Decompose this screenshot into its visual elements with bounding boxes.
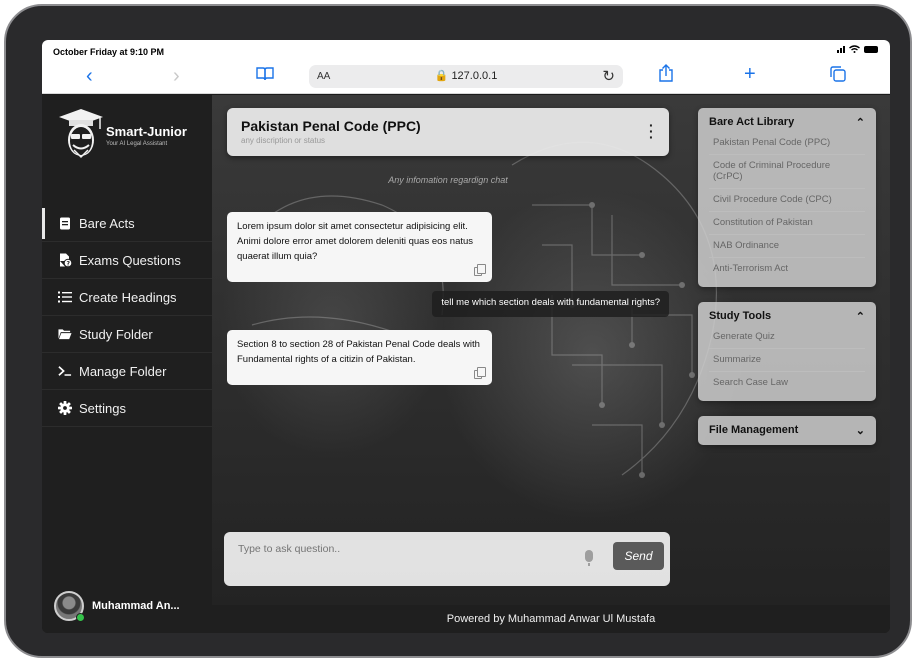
address-bar[interactable]: AA 🔒 127.0.0.1 ↻: [309, 65, 623, 88]
composer: Send: [224, 532, 670, 586]
gear-icon: [58, 401, 72, 415]
sidebar-item-label: Create Headings: [79, 289, 177, 305]
list-icon: [58, 290, 72, 304]
panel-title: Study Tools: [709, 310, 772, 322]
more-options-icon[interactable]: · · ·: [649, 118, 654, 144]
user-message: tell me which section deals with fundame…: [432, 291, 669, 317]
user-profile[interactable]: Muhammad An...: [54, 591, 180, 622]
status-icons: [837, 45, 878, 53]
chat-info-text: Any infomation regardign chat: [388, 175, 508, 185]
study-tools-panel: Study Tools ⌃ Generate Quiz Summarize Se…: [698, 302, 876, 401]
sidebar-item-exams-questions[interactable]: ? Exams Questions: [42, 242, 212, 279]
study-tools-header[interactable]: Study Tools ⌃: [709, 308, 865, 324]
bare-act-item[interactable]: Civil Procedure Code (CPC): [709, 189, 865, 212]
cellular-signal-icon: [837, 45, 845, 53]
chevron-up-icon[interactable]: ⌃: [856, 310, 865, 323]
user-name: Muhammad An...: [92, 600, 180, 612]
chat-subtitle: any discription or status: [241, 136, 326, 145]
bare-act-list: Pakistan Penal Code (PPC) Code of Crimin…: [709, 132, 865, 280]
url-value: 127.0.0.1: [451, 70, 498, 82]
brand[interactable]: Smart-Junior Your AI Legal Assistant: [56, 107, 206, 163]
bare-act-item[interactable]: Pakistan Penal Code (PPC): [709, 132, 865, 155]
sidebar-nav: Bare Acts ? Exams Questions Create Headi…: [42, 205, 212, 427]
new-tab-icon[interactable]: +: [744, 63, 756, 85]
bookmarks-icon[interactable]: [256, 65, 274, 87]
copy-icon[interactable]: [474, 367, 486, 379]
file-management-panel: File Management ⌄: [698, 416, 876, 445]
question-input[interactable]: [238, 543, 538, 555]
share-icon[interactable]: [658, 64, 674, 87]
status-time: October Friday at 9:10 PM: [53, 47, 165, 57]
bare-act-library-panel: Bare Act Library ⌃ Pakistan Penal Code (…: [698, 108, 876, 287]
sidebar-item-label: Manage Folder: [79, 363, 167, 379]
chat-title: Pakistan Penal Code (PPC): [241, 118, 421, 134]
chevron-up-icon[interactable]: ⌃: [856, 116, 865, 129]
footer: Powered by Muhammad Anwar Ul Mustafa: [212, 605, 890, 633]
online-status-dot: [76, 613, 85, 622]
bot-message: Lorem ipsum dolor sit amet consectetur a…: [227, 212, 492, 282]
send-button[interactable]: Send: [613, 542, 664, 570]
battery-icon: [864, 45, 878, 53]
bare-act-item[interactable]: Code of Criminal Procedure (CrPC): [709, 155, 865, 189]
folder-icon: [58, 327, 72, 341]
sidebar-item-settings[interactable]: Settings: [42, 390, 212, 427]
sidebar-item-label: Bare Acts: [79, 215, 135, 231]
tablet-frame: October Friday at 9:10 PM ‹ › AA 🔒 127.0…: [4, 4, 912, 658]
url-text: 🔒 127.0.0.1: [309, 69, 623, 82]
chat-area: Pakistan Penal Code (PPC) any discriptio…: [212, 95, 890, 605]
brand-tagline: Your AI Legal Assistant: [106, 141, 168, 147]
terminal-icon: [58, 364, 72, 378]
avatar[interactable]: [54, 591, 85, 622]
file-question-icon: ?: [58, 253, 72, 267]
forward-icon[interactable]: ›: [173, 65, 180, 87]
lock-icon: 🔒: [434, 70, 449, 82]
panel-title: File Management: [709, 424, 799, 436]
microphone-icon[interactable]: [585, 550, 593, 566]
sidebar-item-bare-acts[interactable]: Bare Acts: [42, 205, 212, 242]
back-icon[interactable]: ‹: [86, 65, 93, 87]
graduate-logo-icon: [59, 109, 103, 159]
browser-toolbar: ‹ › AA 🔒 127.0.0.1 ↻ +: [42, 60, 890, 94]
sidebar-item-label: Exams Questions: [79, 252, 181, 268]
message-text: Lorem ipsum dolor sit amet consectetur a…: [237, 221, 474, 262]
bare-act-item[interactable]: Anti-Terrorism Act: [709, 258, 865, 280]
sidebar-item-study-folder[interactable]: Study Folder: [42, 316, 212, 353]
chevron-down-icon[interactable]: ⌄: [856, 424, 865, 437]
copy-icon[interactable]: [474, 264, 486, 276]
screen: October Friday at 9:10 PM ‹ › AA 🔒 127.0…: [42, 40, 890, 633]
bot-message: Section 8 to section 28 of Pakistan Pena…: [227, 330, 492, 385]
message-text: Section 8 to section 28 of Pakistan Pena…: [237, 339, 480, 365]
study-tool-item[interactable]: Search Case Law: [709, 372, 865, 394]
sidebar-item-label: Study Folder: [79, 326, 153, 342]
study-tool-item[interactable]: Generate Quiz: [709, 326, 865, 349]
tabs-icon[interactable]: [830, 65, 846, 87]
bare-act-item[interactable]: NAB Ordinance: [709, 235, 865, 258]
study-tools-list: Generate Quiz Summarize Search Case Law: [709, 326, 865, 394]
chat-header: Pakistan Penal Code (PPC) any discriptio…: [227, 108, 669, 156]
sidebar-item-manage-folder[interactable]: Manage Folder: [42, 353, 212, 390]
wifi-icon: [849, 45, 860, 53]
sidebar-item-label: Settings: [79, 400, 126, 416]
brand-name: Smart-Junior: [106, 124, 187, 139]
status-bar: October Friday at 9:10 PM: [42, 40, 890, 60]
file-management-header[interactable]: File Management ⌄: [709, 422, 865, 438]
reload-icon[interactable]: ↻: [602, 67, 615, 85]
right-panel: Bare Act Library ⌃ Pakistan Penal Code (…: [698, 108, 876, 460]
study-tool-item[interactable]: Summarize: [709, 349, 865, 372]
svg-text:?: ?: [66, 260, 70, 267]
bare-act-item[interactable]: Constitution of Pakistan: [709, 212, 865, 235]
bare-act-library-header[interactable]: Bare Act Library ⌃: [709, 114, 865, 130]
sidebar-item-create-headings[interactable]: Create Headings: [42, 279, 212, 316]
sidebar: Smart-Junior Your AI Legal Assistant Bar…: [42, 95, 212, 633]
panel-title: Bare Act Library: [709, 116, 795, 128]
book-icon: [58, 216, 72, 230]
